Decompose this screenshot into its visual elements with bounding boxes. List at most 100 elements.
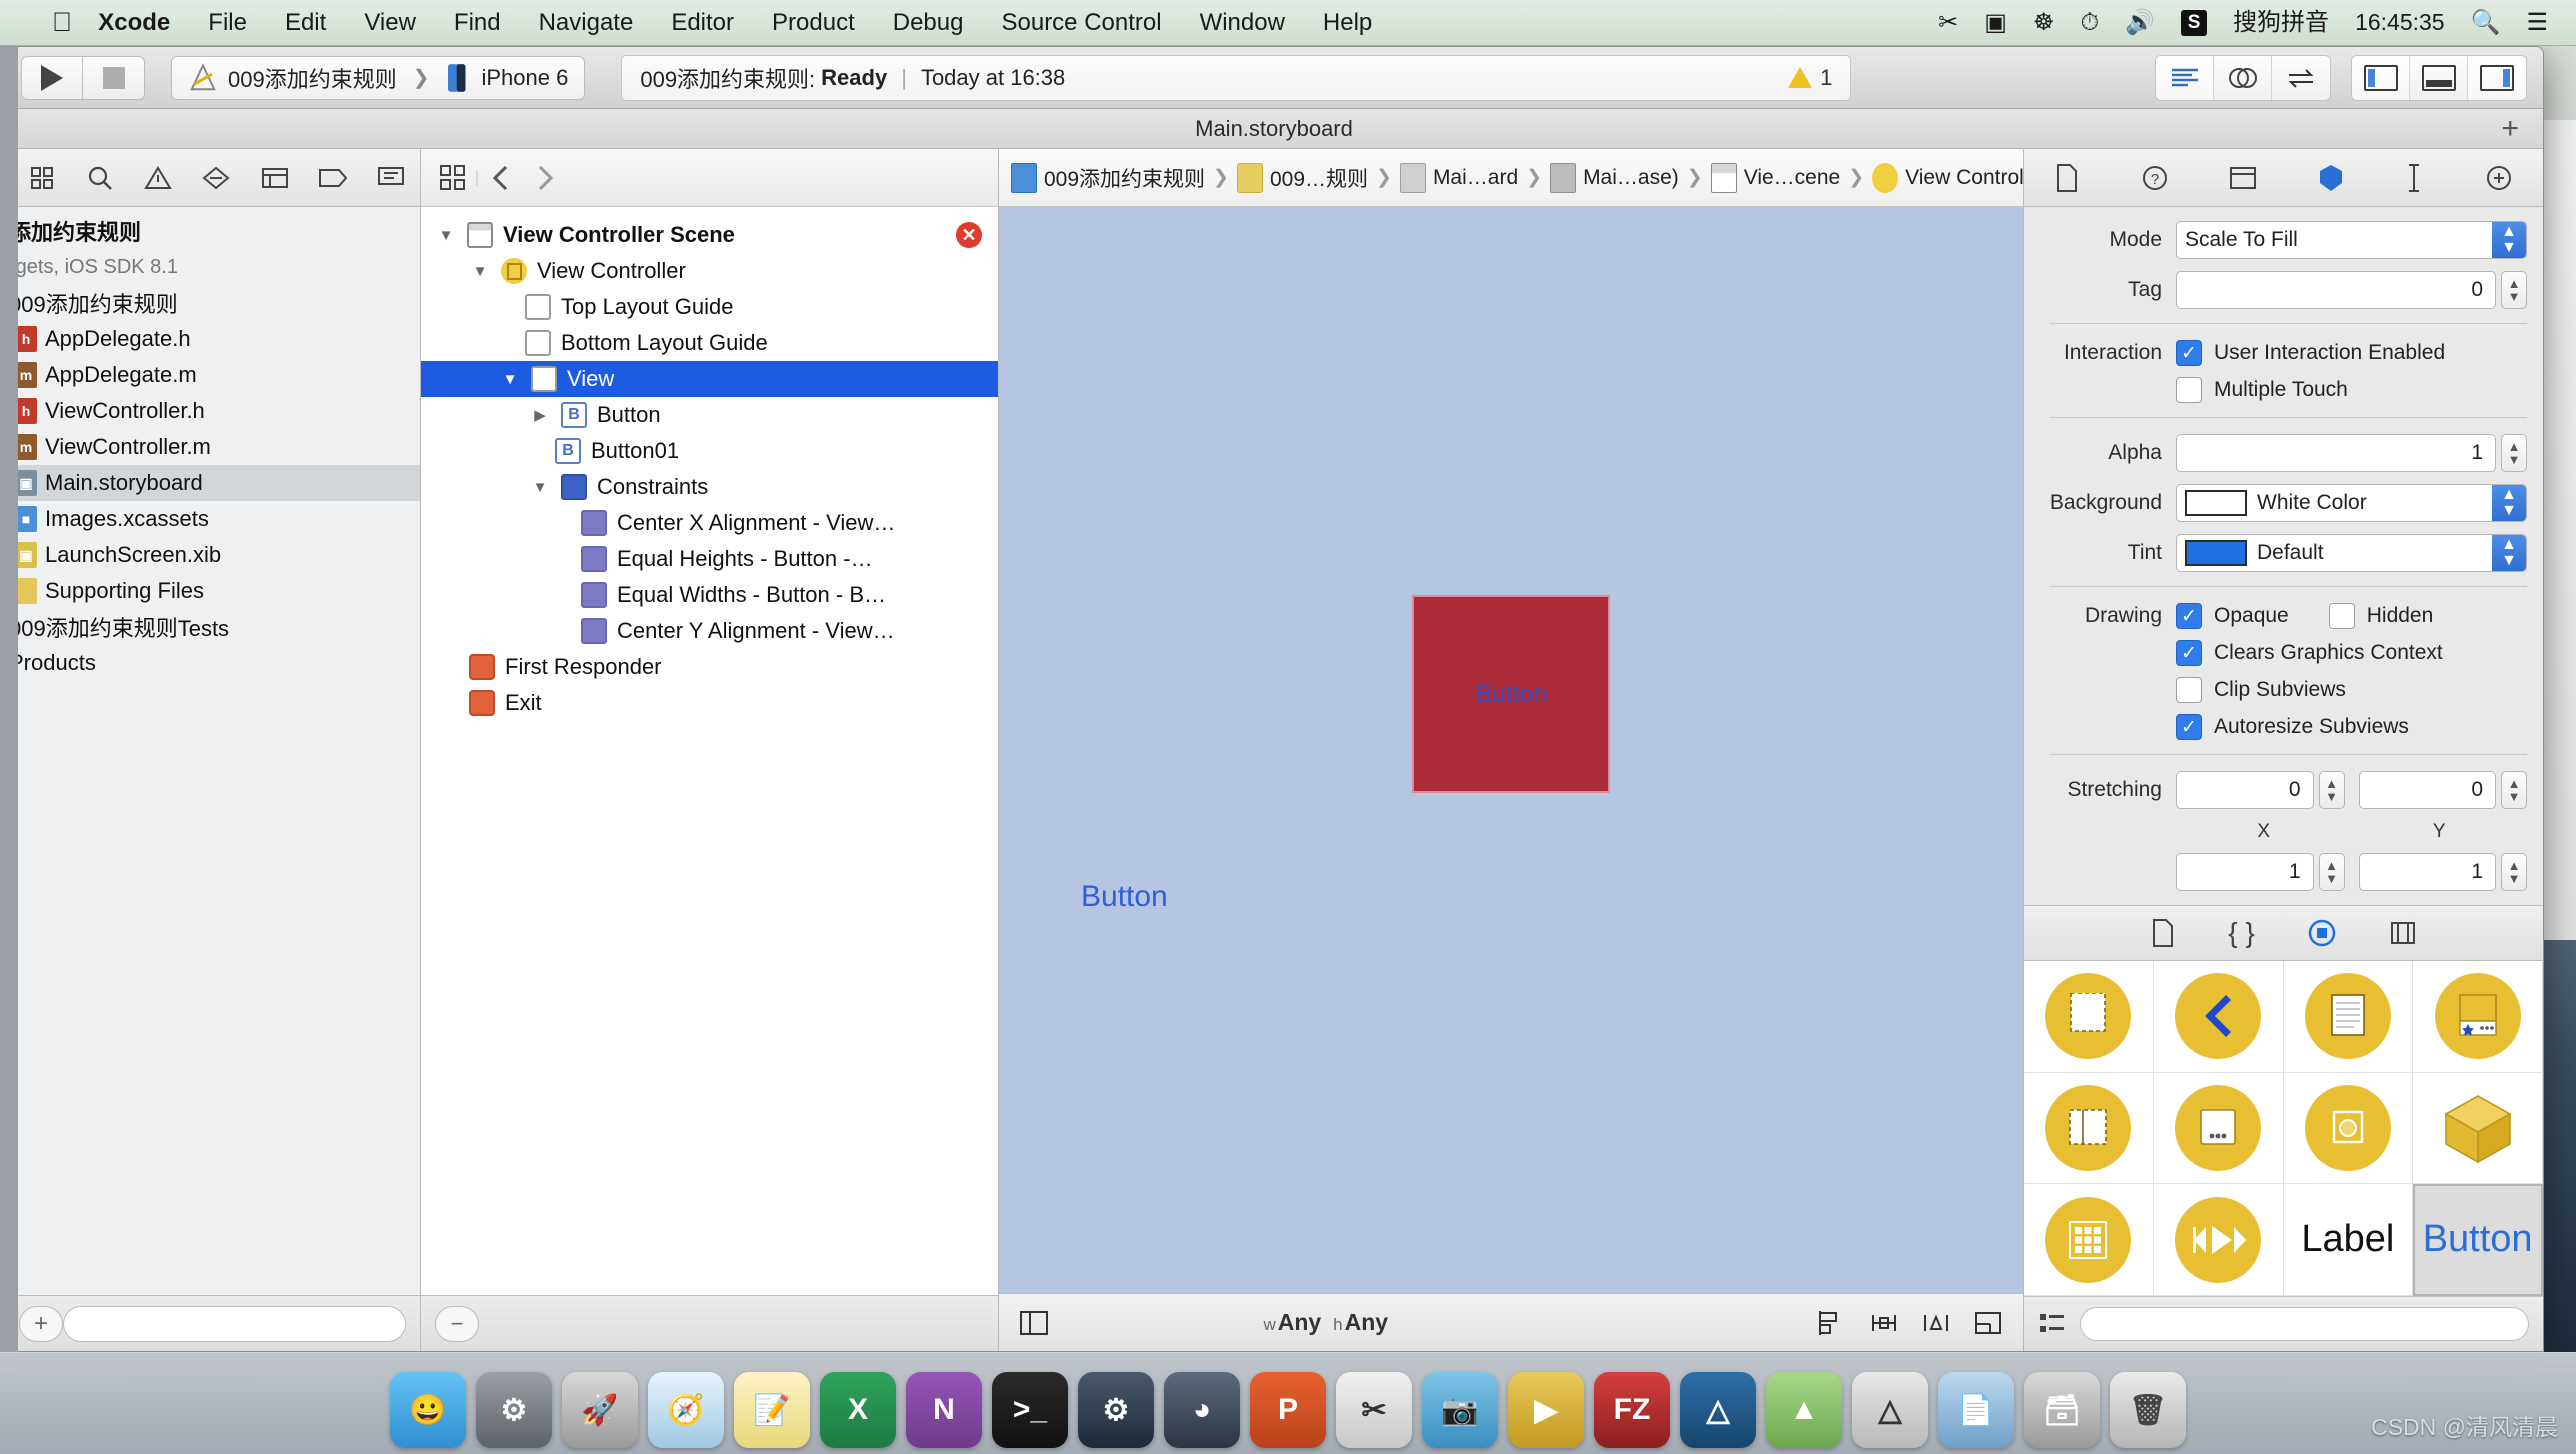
stretch-y-stepper[interactable]: ▲ ▼ — [2501, 771, 2527, 809]
stretch-width-stepper[interactable]: ▲ ▼ — [2318, 853, 2345, 891]
dock-app-finder[interactable]: 😀 — [390, 1372, 466, 1448]
stop-button[interactable] — [83, 55, 145, 100]
breadcrumb-item-view-controller[interactable]: View Controller — [1868, 162, 2023, 193]
outline-row-view[interactable]: ▼ View — [421, 361, 998, 397]
run-button[interactable] — [21, 55, 83, 100]
dock-app-system-preferences[interactable]: ⚙ — [476, 1372, 552, 1448]
tint-color-select[interactable]: Default ▲ ▼ — [2176, 534, 2527, 572]
color-swatch[interactable] — [2185, 540, 2247, 566]
dock-app-sketch[interactable]: P — [1250, 1372, 1326, 1448]
disclosure-triangle-icon[interactable]: ▼ — [469, 263, 491, 280]
warning-chip[interactable]: 1 — [1788, 65, 1832, 91]
stretch-height-input[interactable]: 1 — [2358, 853, 2496, 891]
assistant-editor-icon[interactable] — [2214, 55, 2272, 100]
library-item-split-view-object[interactable] — [2024, 1072, 2154, 1185]
menu-item-editor[interactable]: Editor — [671, 9, 734, 37]
breadcrumb-item-scene[interactable]: Vie…cene — [1707, 162, 1845, 193]
debug-area-toggle-icon[interactable] — [2410, 55, 2468, 100]
stretch-x-stepper[interactable]: ▲ ▼ — [2318, 771, 2345, 809]
library-item-text-view-object[interactable] — [2283, 961, 2414, 1073]
list-item[interactable]: h AppDelegate.h — [5, 321, 420, 357]
library-item-collection-grid-object[interactable] — [2024, 1184, 2154, 1296]
connections-inspector-icon[interactable] — [2485, 164, 2513, 192]
dock-app-cinema4d[interactable]: △ — [1680, 1372, 1756, 1448]
identity-inspector-icon[interactable] — [2229, 165, 2257, 191]
search-icon[interactable]: 🔍 — [2471, 10, 2501, 35]
list-item[interactable]: h ViewController.h — [5, 393, 420, 429]
library-item-collection-view-object[interactable] — [2153, 1072, 2284, 1185]
menu-clock[interactable]: 16:45:35 — [2355, 9, 2445, 36]
stretch-height-stepper[interactable]: ▲ ▼ — [2501, 853, 2527, 891]
clears-graphics-context-checkbox[interactable]: ✓ — [2176, 640, 2202, 666]
library-item-label-object[interactable]: Label — [2283, 1184, 2414, 1296]
tag-stepper[interactable]: ▲ ▼ — [2501, 271, 2527, 309]
mode-select[interactable]: Scale To Fill ▲ ▼ — [2176, 221, 2527, 259]
debug-navigator-icon[interactable] — [246, 166, 304, 190]
object-library-grid[interactable]: Label Button — [2024, 961, 2543, 1297]
stretch-y-input[interactable]: 0 — [2358, 771, 2496, 809]
library-item-view-object[interactable] — [2024, 961, 2154, 1073]
resizing-behavior-icon[interactable] — [1973, 1310, 2003, 1336]
clip-subviews-checkbox[interactable] — [2176, 677, 2202, 703]
add-icon[interactable]: + — [19, 1305, 63, 1342]
test-navigator-icon[interactable] — [187, 165, 245, 191]
document-outline-icon[interactable] — [1019, 1310, 1049, 1336]
library-item-button-object[interactable]: Button — [2413, 1184, 2543, 1296]
list-item[interactable]: m AppDelegate.m — [5, 357, 420, 393]
outline-row-scene[interactable]: ▼ View Controller Scene ✕ — [421, 217, 998, 253]
breadcrumb-item-folder[interactable]: 009…规则 — [1233, 162, 1372, 193]
outline-row-constraint[interactable]: Center X Alignment - View… — [421, 505, 998, 541]
notification-center-icon[interactable]: ☰ — [2526, 10, 2548, 35]
size-class-indicator[interactable]: w Any h Any — [1263, 1309, 1388, 1336]
opaque-checkbox[interactable]: ✓ — [2176, 603, 2202, 629]
dock-trash[interactable]: 🗑 — [2110, 1372, 2186, 1448]
autoresize-subviews-checkbox[interactable]: ✓ — [2176, 714, 2202, 740]
utilities-toggle-icon[interactable] — [2468, 55, 2526, 100]
layout-grid-icon[interactable] — [431, 149, 475, 207]
quick-help-icon[interactable]: ? — [2141, 164, 2169, 192]
library-search-input[interactable] — [2080, 1307, 2529, 1341]
library-item-back-button-object[interactable] — [2153, 961, 2284, 1073]
outline-row-constraint[interactable]: Equal Widths - Button - B… — [421, 577, 998, 613]
input-method-label[interactable]: 搜狗拼音 — [2233, 10, 2329, 35]
list-item[interactable]: ▣ LaunchScreen.xib — [5, 537, 420, 573]
outline-row-constraints[interactable]: ▼ Constraints — [421, 469, 998, 505]
library-item-object-cube[interactable] — [2413, 1072, 2543, 1185]
library-item-image-view-object[interactable] — [2283, 1072, 2414, 1185]
blue-button-object[interactable]: Button — [1081, 880, 1168, 914]
device-view[interactable]: Button Button — [999, 207, 2023, 1293]
dock-app-instruments[interactable]: ◕ — [1164, 1372, 1240, 1448]
library-item-table-view-cell-object[interactable] — [2413, 961, 2543, 1073]
outline-row-view-controller[interactable]: ▼ View Controller — [421, 253, 998, 289]
symbol-navigator-icon[interactable] — [71, 164, 129, 192]
hidden-checkbox[interactable] — [2328, 603, 2355, 629]
library-filter-icon[interactable] — [2038, 1310, 2066, 1338]
error-badge-icon[interactable]: ✕ — [956, 222, 982, 248]
project-navigator-icon[interactable] — [13, 165, 71, 191]
dock-app-excel[interactable]: X — [820, 1372, 896, 1448]
dock-app-notes[interactable]: 📝 — [734, 1372, 810, 1448]
standard-editor-icon[interactable] — [2156, 55, 2214, 100]
menu-item-view[interactable]: View — [364, 9, 416, 37]
menu-item-window[interactable]: Window — [1200, 9, 1285, 37]
version-editor-icon[interactable] — [2272, 56, 2330, 100]
file-template-library-icon[interactable] — [2150, 918, 2176, 948]
list-item[interactable]: 添加约束规则 — [5, 213, 420, 249]
menu-item-navigate[interactable]: Navigate — [539, 9, 634, 37]
scissors-icon[interactable]: ✂ — [1938, 10, 1958, 35]
plus-icon[interactable]: + — [2501, 113, 2519, 144]
project-file-list[interactable]: 添加约束规则 rgets, iOS SDK 8.1 009添加约束规则 h Ap… — [5, 207, 420, 1295]
menu-item-source-control[interactable]: Source Control — [1001, 9, 1161, 37]
minus-icon[interactable]: − — [435, 1305, 479, 1342]
disclosure-triangle-icon[interactable]: ▶ — [529, 406, 551, 424]
list-item[interactable]: 009添加约束规则 — [5, 285, 420, 321]
disclosure-triangle-icon[interactable]: ▼ — [529, 479, 551, 496]
media-library-icon[interactable] — [2389, 920, 2417, 946]
screen-record-icon[interactable]: ▣ — [1984, 10, 2007, 35]
outline-row-first-responder[interactable]: First Responder — [421, 649, 998, 685]
background-color-select[interactable]: White Color ▲ ▼ — [2176, 484, 2527, 522]
menu-item-edit[interactable]: Edit — [285, 9, 326, 37]
breakpoint-navigator-icon[interactable] — [304, 167, 362, 189]
list-item[interactable]: ■ Images.xcassets — [5, 501, 420, 537]
apple-menu-icon[interactable]:  — [52, 9, 72, 36]
